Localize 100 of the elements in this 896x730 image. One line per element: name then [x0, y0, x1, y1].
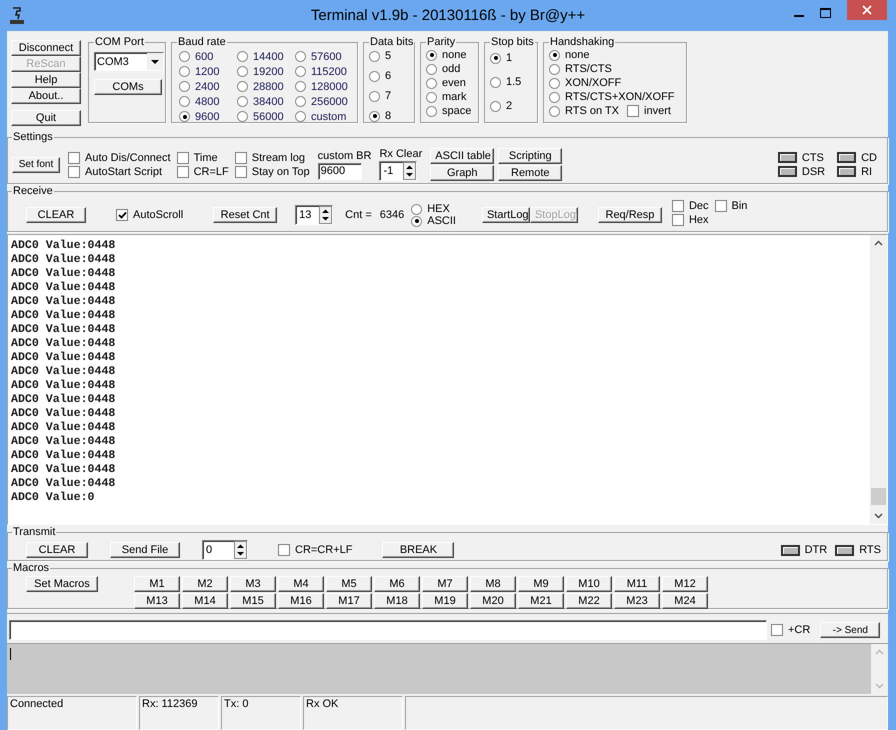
radio-button[interactable]	[295, 81, 306, 92]
macro-button[interactable]: M1	[134, 576, 180, 592]
checkbox[interactable]	[116, 209, 128, 221]
tool-button[interactable]: Scripting	[498, 148, 562, 164]
set-macros-button[interactable]: Set Macros	[26, 576, 98, 592]
radio-button[interactable]	[295, 96, 306, 107]
radio-button[interactable]	[426, 64, 437, 74]
number-field[interactable]: -1	[379, 161, 418, 181]
toolbar-button[interactable]: Quit	[11, 110, 81, 126]
radio-button[interactable]	[490, 100, 501, 112]
send-input-field[interactable]	[9, 620, 767, 640]
radio-button[interactable]	[179, 51, 190, 62]
radio-button[interactable]	[411, 216, 422, 226]
macro-button[interactable]: M9	[518, 576, 564, 592]
macro-button[interactable]: M6	[374, 576, 420, 592]
checkbox[interactable]	[714, 200, 727, 212]
radio-button[interactable]	[237, 96, 248, 107]
maximize-icon[interactable]	[820, 8, 831, 18]
macro-button[interactable]: M24	[662, 593, 708, 609]
radio-button[interactable]	[179, 66, 190, 77]
radio-button[interactable]	[179, 96, 190, 107]
send-file-button[interactable]: Send File	[110, 542, 180, 558]
checkbox[interactable]	[672, 200, 684, 212]
spin-arrows-icon[interactable]	[234, 541, 247, 559]
macro-button[interactable]: M5	[326, 576, 372, 592]
checkbox[interactable]	[68, 152, 80, 164]
checkbox[interactable]	[68, 166, 80, 178]
toolbar-button[interactable]: Help	[11, 72, 81, 88]
macro-button[interactable]: M17	[326, 593, 372, 609]
radio-button[interactable]	[237, 111, 248, 122]
radio-button[interactable]	[369, 110, 380, 122]
custom-baud-field[interactable]: 9600	[318, 162, 362, 180]
checkbox[interactable]	[176, 152, 189, 164]
toolbar-button[interactable]: About..	[11, 88, 81, 104]
checkbox[interactable]	[234, 152, 247, 164]
radio-button[interactable]	[426, 106, 437, 116]
set-font-button[interactable]: Set font	[12, 156, 60, 172]
checkbox[interactable]	[771, 624, 783, 636]
radio-button[interactable]	[295, 111, 306, 122]
radio-button[interactable]	[490, 52, 501, 64]
radio-button[interactable]	[549, 106, 560, 116]
radio-button[interactable]	[237, 51, 248, 62]
radio-button[interactable]	[549, 92, 560, 102]
macro-button[interactable]: M4	[278, 576, 324, 592]
close-button[interactable]	[847, 0, 887, 20]
radio-button[interactable]	[490, 76, 501, 88]
spin-arrows-icon[interactable]	[319, 206, 332, 224]
macro-button[interactable]: M23	[614, 593, 660, 609]
radio-button[interactable]	[237, 81, 248, 92]
radio-button[interactable]	[369, 70, 380, 82]
break-button[interactable]: BREAK	[382, 542, 454, 558]
coms-button[interactable]: COMs	[94, 79, 162, 95]
radio-button[interactable]	[549, 64, 560, 74]
macro-button[interactable]: M8	[470, 576, 516, 592]
macro-button[interactable]: M11	[614, 576, 660, 592]
clear-button[interactable]: CLEAR	[26, 542, 88, 558]
radio-button[interactable]	[295, 51, 306, 62]
macro-button[interactable]: M7	[422, 576, 468, 592]
macro-button[interactable]: M13	[134, 593, 180, 609]
spin-arrows-icon[interactable]	[403, 162, 416, 180]
radio-button[interactable]	[426, 78, 437, 88]
macro-button[interactable]: M21	[518, 593, 564, 609]
macro-button[interactable]: M14	[182, 593, 228, 609]
checkbox[interactable]	[627, 105, 640, 117]
checkbox[interactable]	[234, 166, 247, 178]
macro-button[interactable]: M19	[422, 593, 468, 609]
checkbox[interactable]	[672, 214, 684, 226]
radio-button[interactable]	[179, 81, 190, 92]
radio-button[interactable]	[426, 50, 437, 60]
macro-button[interactable]: M20	[470, 593, 516, 609]
send-button[interactable]: -> Send	[820, 622, 880, 638]
macro-button[interactable]: M12	[662, 576, 708, 592]
checkbox[interactable]	[176, 166, 189, 178]
tool-button[interactable]: Remote	[498, 165, 562, 181]
number-field[interactable]: 0	[202, 540, 248, 560]
reset-count-button[interactable]: Reset Cnt	[213, 207, 278, 223]
minimize-icon[interactable]	[794, 15, 804, 18]
macro-button[interactable]: M15	[230, 593, 276, 609]
tool-button[interactable]: Graph	[430, 165, 494, 181]
macro-button[interactable]: M10	[566, 576, 612, 592]
radio-button[interactable]	[549, 50, 560, 60]
radio-button[interactable]	[369, 90, 380, 102]
scroll-thumb[interactable]	[871, 488, 886, 505]
macro-button[interactable]: M18	[374, 593, 420, 609]
number-field[interactable]: 13	[295, 205, 334, 225]
log-button[interactable]: StartLog	[482, 207, 530, 223]
radio-button[interactable]	[426, 92, 437, 102]
radio-button[interactable]	[295, 66, 306, 77]
radio-button[interactable]	[237, 66, 248, 77]
radio-button[interactable]	[411, 204, 422, 214]
macro-button[interactable]: M16	[278, 593, 324, 609]
clear-button[interactable]: CLEAR	[26, 207, 86, 223]
checkbox[interactable]	[278, 544, 290, 556]
radio-button[interactable]	[179, 111, 190, 122]
port-dropdown[interactable]: COM3	[94, 52, 164, 71]
request-response-button[interactable]: Req/Resp	[598, 207, 662, 223]
radio-button[interactable]	[369, 50, 380, 62]
macro-button[interactable]: M2	[182, 576, 228, 592]
radio-button[interactable]	[549, 78, 560, 88]
tool-button[interactable]: ASCII table	[430, 148, 494, 164]
